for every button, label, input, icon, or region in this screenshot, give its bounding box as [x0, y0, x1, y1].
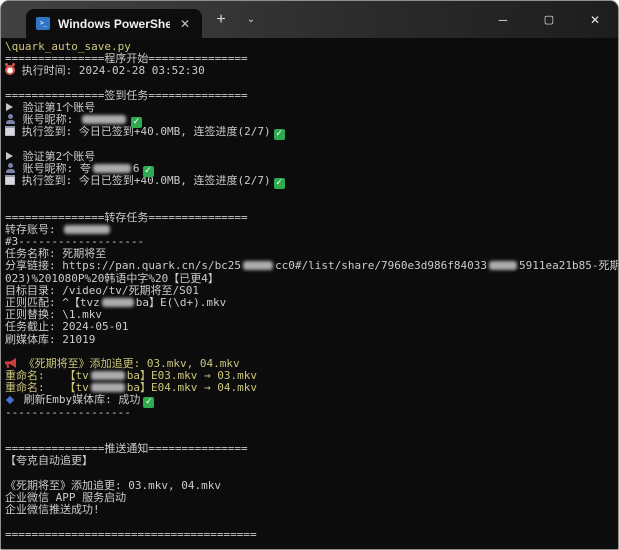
terminal-text: 《死期将至》添加追更: 03.mkv, 04.mkv: [17, 357, 240, 370]
terminal-text: 023)%201080P%20韩语中字%20【已更4】: [5, 272, 219, 285]
check-icon: ✓: [143, 397, 154, 408]
terminal-text: 目标目录: /video/tv/死期将至/S01: [5, 284, 199, 297]
tab-windows-powershell[interactable]: Windows PowerShell ✕: [26, 9, 202, 38]
redacted-text: [82, 115, 126, 124]
terminal-text: 执行时间: 2024-02-28 03:52:30: [15, 64, 205, 77]
alarm-clock-icon: [5, 65, 15, 75]
terminal-line: [5, 187, 618, 199]
terminal-text: ba】E04.mkv → 04.mkv: [127, 381, 257, 394]
person-icon: [5, 114, 16, 124]
terminal-text: 刷媒体库: 21019: [5, 333, 95, 346]
terminal-line: ===============推送通知===============: [5, 443, 618, 455]
maximize-button[interactable]: ▢: [526, 1, 572, 38]
tab-close-button[interactable]: ✕: [178, 17, 192, 31]
terminal-text: 账号昵称: 夸: [16, 162, 91, 175]
terminal-line: ===============签到任务===============: [5, 90, 618, 102]
terminal-text: -------------------: [5, 406, 131, 419]
close-button[interactable]: ✕: [572, 1, 618, 38]
terminal-text: 转存账号:: [5, 223, 62, 236]
terminal-text: ===============签到任务===============: [5, 89, 248, 102]
terminal-text: cc0#/list/share/7960e3d986f84033: [275, 259, 487, 272]
calendar-icon: [5, 175, 15, 185]
terminal-line: 任务截止: 2024-05-01: [5, 321, 618, 333]
tab-dropdown-button[interactable]: ⌄: [239, 1, 263, 38]
terminal-line: 【夸克自动追更】: [5, 455, 618, 467]
terminal-line: 执行签到: 今日已签到+40.0MB, 连签进度(2/7)✓: [5, 126, 618, 138]
terminal-text: ======================================: [5, 528, 257, 541]
redacted-text: [489, 261, 517, 270]
terminal-text: 正则匹配: ^【tvz: [5, 296, 100, 309]
terminal-line: ===============转存任务===============: [5, 212, 618, 224]
terminal-line: 验证第1个账号: [5, 102, 618, 114]
terminal-line: -------------------: [5, 407, 618, 419]
terminal-text: 5911ea21b85-死期将至(2: [519, 259, 618, 272]
calendar-icon: [5, 126, 15, 136]
terminal-text: 企业微信推送成功!: [5, 503, 100, 516]
terminal-line: 执行签到: 今日已签到+40.0MB, 连签进度(2/7)✓: [5, 175, 618, 187]
terminal-text: 验证第2个账号: [16, 150, 95, 163]
terminal-line: [5, 139, 618, 151]
megaphone-icon: [5, 358, 16, 368]
terminal-text: 企业微信 APP 服务启动: [5, 491, 126, 504]
redacted-text: [91, 371, 125, 380]
redacted-text: [91, 383, 125, 392]
terminal-text: 《死期将至》添加追更: 03.mkv, 04.mkv: [5, 479, 221, 492]
terminal-text: 刷新Emby媒体库: 成功: [17, 393, 140, 406]
check-icon: ✓: [143, 166, 154, 177]
powershell-icon: [36, 17, 50, 30]
terminal-text: 任务截止: 2024-05-01: [5, 320, 128, 333]
terminal-text: 执行签到: 今日已签到+40.0MB, 连签进度(2/7): [15, 125, 271, 138]
terminal-text: 验证第1个账号: [16, 101, 95, 114]
redacted-text: [243, 261, 273, 270]
terminal-text: ===============转存任务===============: [5, 211, 248, 224]
terminal-line: 执行时间: 2024-02-28 03:52:30: [5, 65, 618, 77]
terminal-line: ======================================: [5, 529, 618, 541]
minimize-button[interactable]: ─: [480, 1, 526, 38]
check-icon: ✓: [274, 129, 285, 140]
new-tab-button[interactable]: +: [207, 1, 235, 38]
terminal-window: Windows PowerShell ✕ + ⌄ ─ ▢ ✕ \quark_au…: [0, 0, 619, 550]
terminal-line: 《死期将至》添加追更: 03.mkv, 04.mkv: [5, 358, 618, 370]
terminal-text: 【夸克自动追更】: [5, 454, 93, 467]
title-bar: Windows PowerShell ✕ + ⌄ ─ ▢ ✕: [1, 1, 618, 38]
terminal-text: ba】E(\d+).mkv: [136, 296, 226, 309]
blue-diamond-icon: [6, 396, 14, 404]
terminal-line: 企业微信推送成功!: [5, 504, 618, 516]
redacted-text: [64, 225, 110, 234]
check-icon: ✓: [131, 117, 142, 128]
terminal-line: 重命名: 【tvba】E03.mkv → 03.mkv: [5, 370, 618, 382]
terminal-line: [5, 419, 618, 431]
redacted-text: [102, 298, 134, 307]
terminal-line: 验证第2个账号: [5, 151, 618, 163]
terminal-text: 分享链接: https://pan.quark.cn/s/bc25: [5, 259, 241, 272]
tab-title: Windows PowerShell: [58, 17, 170, 31]
redacted-text: [93, 164, 131, 173]
check-icon: ✓: [274, 178, 285, 189]
terminal-line: 刷媒体库: 21019: [5, 334, 618, 346]
play-icon: [6, 152, 13, 160]
terminal-output[interactable]: \quark_auto_save.py===============程序开始==…: [1, 38, 618, 549]
person-icon: [5, 163, 16, 173]
terminal-text: 6: [133, 162, 140, 175]
window-controls: ─ ▢ ✕: [480, 1, 618, 38]
play-icon: [6, 103, 13, 111]
